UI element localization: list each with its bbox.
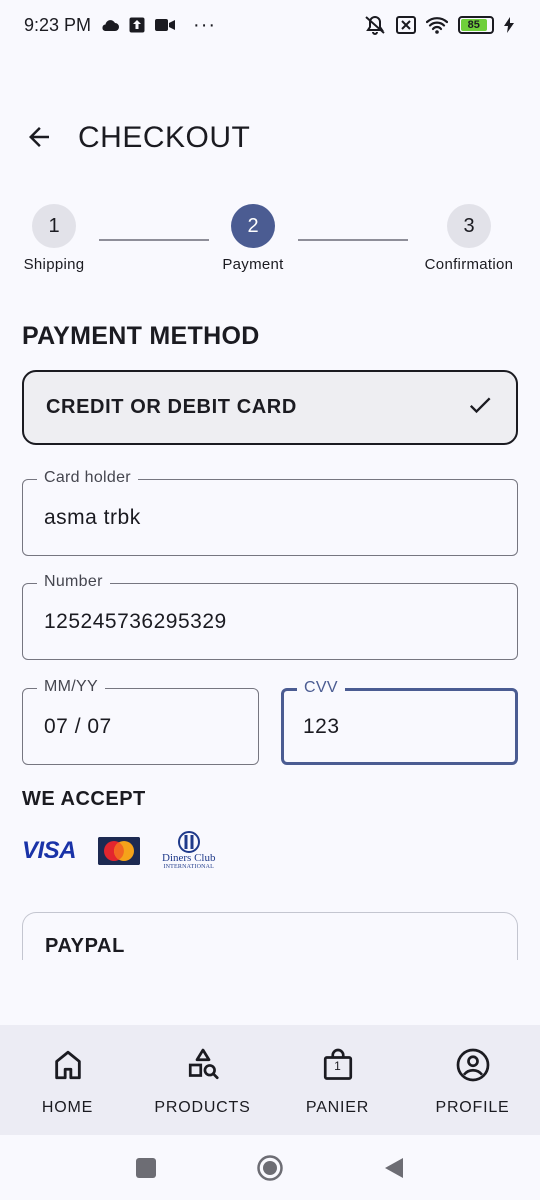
recents-button[interactable] [130, 1152, 162, 1184]
step-label: Shipping [23, 256, 85, 273]
card-holder-input[interactable] [44, 480, 503, 555]
paypal-label: PAYPAL [45, 935, 125, 957]
stepper-connector [298, 239, 408, 241]
page-title: CHECKOUT [78, 121, 251, 154]
wifi-icon [426, 16, 448, 34]
home-icon [49, 1045, 87, 1085]
cloud-icon [101, 19, 120, 31]
step-confirmation[interactable]: 3 Confirmation [409, 204, 529, 273]
diners-club-subtext: INTERNATIONAL [163, 864, 215, 870]
cvv-input[interactable] [303, 691, 501, 762]
step-number: 2 [231, 204, 275, 248]
upload-icon [129, 17, 145, 33]
nav-item-home[interactable]: HOME [0, 1025, 135, 1135]
paypal-option[interactable]: PAYPAL [22, 912, 518, 960]
status-time: 9:23 PM [24, 14, 92, 35]
step-shipping[interactable]: 1 Shipping [0, 204, 114, 273]
diners-club-text: Diners Club [162, 852, 216, 864]
nav-item-profile[interactable]: PROFILE [405, 1025, 540, 1135]
card-holder-field[interactable]: Card holder [22, 469, 518, 556]
nav-label: PROFILE [435, 1099, 510, 1116]
accept-title: WE ACCEPT [22, 788, 146, 810]
cvv-field[interactable]: CVV [281, 679, 518, 765]
arrow-left-icon[interactable] [24, 122, 56, 154]
section-title: PAYMENT METHOD [22, 322, 260, 350]
video-icon [155, 18, 176, 32]
credit-card-option[interactable]: CREDIT OR DEBIT CARD [22, 370, 518, 445]
status-left: 9:23 PM ··· [24, 14, 216, 37]
nav-label: HOME [41, 1099, 94, 1116]
shapes-search-icon [184, 1045, 222, 1085]
home-button[interactable] [254, 1152, 286, 1184]
visa-logo: VISA [22, 837, 77, 864]
mastercard-logo [98, 837, 141, 865]
account-circle-icon [454, 1045, 492, 1085]
mute-icon [364, 15, 386, 35]
step-number: 3 [447, 204, 491, 248]
nav-label: PRODUCTS [154, 1099, 251, 1116]
nav-item-panier[interactable]: 1 PANIER [270, 1025, 405, 1135]
status-more: ··· [193, 13, 217, 36]
no-sim-icon [396, 16, 416, 34]
accepted-cards: VISA Diners Club INTERNATIONAL [22, 828, 216, 874]
charging-icon [504, 17, 514, 33]
step-number: 1 [32, 204, 76, 248]
nav-item-products[interactable]: PRODUCTS [135, 1025, 270, 1135]
back-button[interactable] [378, 1152, 410, 1184]
expiry-field[interactable]: MM/YY [22, 678, 259, 765]
checkout-stepper: 1 Shipping 2 Payment 3 Confirmation [0, 204, 540, 284]
system-navigation [0, 1135, 540, 1200]
expiry-input[interactable] [44, 689, 244, 764]
nav-label: PANIER [305, 1099, 370, 1116]
status-right: 85 [364, 15, 514, 35]
battery-level: 85 [461, 19, 487, 31]
checkmark-icon [466, 391, 494, 424]
status-bar: 9:23 PM ··· 85 [0, 0, 540, 50]
cart-badge: 1 [334, 1059, 341, 1073]
method-label: CREDIT OR DEBIT CARD [46, 396, 297, 418]
card-number-field[interactable]: Number [22, 573, 518, 660]
shopping-bag-icon: 1 [319, 1045, 357, 1085]
battery-icon: 85 [458, 16, 494, 34]
diners-club-logo: Diners Club INTERNATIONAL [162, 831, 216, 871]
card-number-input[interactable] [44, 584, 503, 659]
app-header: CHECKOUT [24, 110, 516, 166]
bottom-navigation: HOME PRODUCTS 1 PANIER PROFILE [0, 1025, 540, 1135]
step-payment[interactable]: 2 Payment [193, 204, 313, 273]
step-label: Payment [222, 256, 284, 273]
step-label: Confirmation [424, 256, 514, 273]
